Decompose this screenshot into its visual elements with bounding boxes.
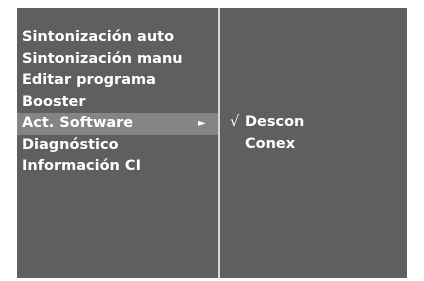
- submenu-options-list: √ Descon Conex: [230, 112, 304, 155]
- menu-item-sintonizacion-auto[interactable]: Sintonización auto: [17, 27, 218, 49]
- menu-item-label: Diagnóstico: [22, 136, 119, 153]
- submenu-panel: √ Descon Conex: [220, 8, 407, 278]
- menu-item-booster[interactable]: Booster: [17, 92, 218, 114]
- option-conex[interactable]: Conex: [230, 134, 304, 156]
- option-label: Descon: [245, 114, 305, 130]
- submenu-arrow-icon: ►: [198, 118, 206, 129]
- menu-item-diagnostico[interactable]: Diagnóstico: [17, 135, 218, 157]
- option-label: Conex: [245, 135, 296, 152]
- menu-item-label: Información CI: [22, 158, 141, 174]
- check-icon: √: [230, 114, 240, 130]
- menu-item-label: Booster: [22, 93, 86, 110]
- menu-item-sintonizacion-manu[interactable]: Sintonización manu: [17, 49, 218, 71]
- menu-item-editar-programa[interactable]: Editar programa: [17, 70, 218, 92]
- option-descon[interactable]: √ Descon: [230, 112, 304, 134]
- osd-menu-window: Sintonización auto Sintonización manu Ed…: [17, 8, 407, 278]
- menu-item-act-software[interactable]: Act. Software ►: [17, 113, 218, 135]
- menu-item-label: Sintonización manu: [22, 50, 183, 67]
- menu-item-label: Sintonización auto: [22, 29, 175, 45]
- main-menu-list: Sintonización auto Sintonización manu Ed…: [17, 27, 218, 178]
- menu-item-label: Act. Software: [22, 115, 134, 131]
- menu-item-informacion-ci[interactable]: Información CI: [17, 156, 218, 178]
- main-menu-panel: Sintonización auto Sintonización manu Ed…: [17, 8, 218, 278]
- menu-item-label: Editar programa: [22, 72, 156, 88]
